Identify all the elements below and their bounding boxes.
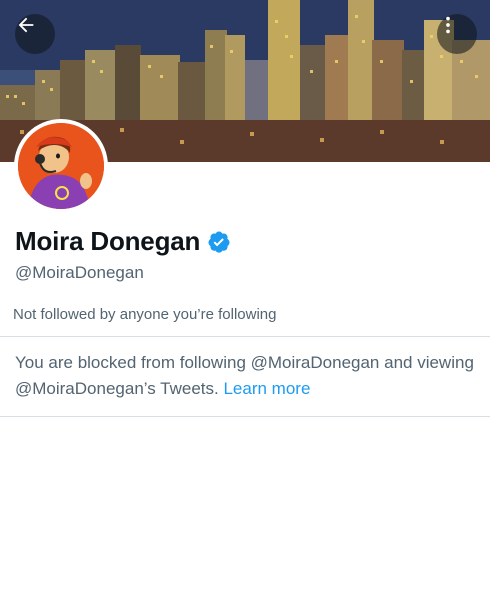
divider	[0, 336, 490, 337]
vertical-ellipsis-icon	[446, 16, 450, 34]
profile-name-row: Moira Donegan	[15, 226, 231, 257]
profile-avatar[interactable]	[14, 119, 108, 213]
followed-by-text: Not followed by anyone you’re following	[13, 306, 277, 323]
display-name: Moira Donegan	[15, 226, 201, 256]
divider	[0, 416, 490, 417]
avatar-image	[18, 123, 104, 209]
profile-handle: @MoiraDonegan	[15, 263, 144, 282]
learn-more-link[interactable]: Learn more	[223, 379, 310, 398]
verified-badge-icon[interactable]	[207, 230, 231, 254]
arrow-left-icon	[18, 17, 34, 33]
cartoon-avatar-illustration	[18, 123, 104, 209]
back-button[interactable]	[15, 14, 55, 54]
blocked-notice: You are blocked from following @MoiraDon…	[15, 350, 475, 402]
more-options-button[interactable]	[437, 14, 477, 54]
